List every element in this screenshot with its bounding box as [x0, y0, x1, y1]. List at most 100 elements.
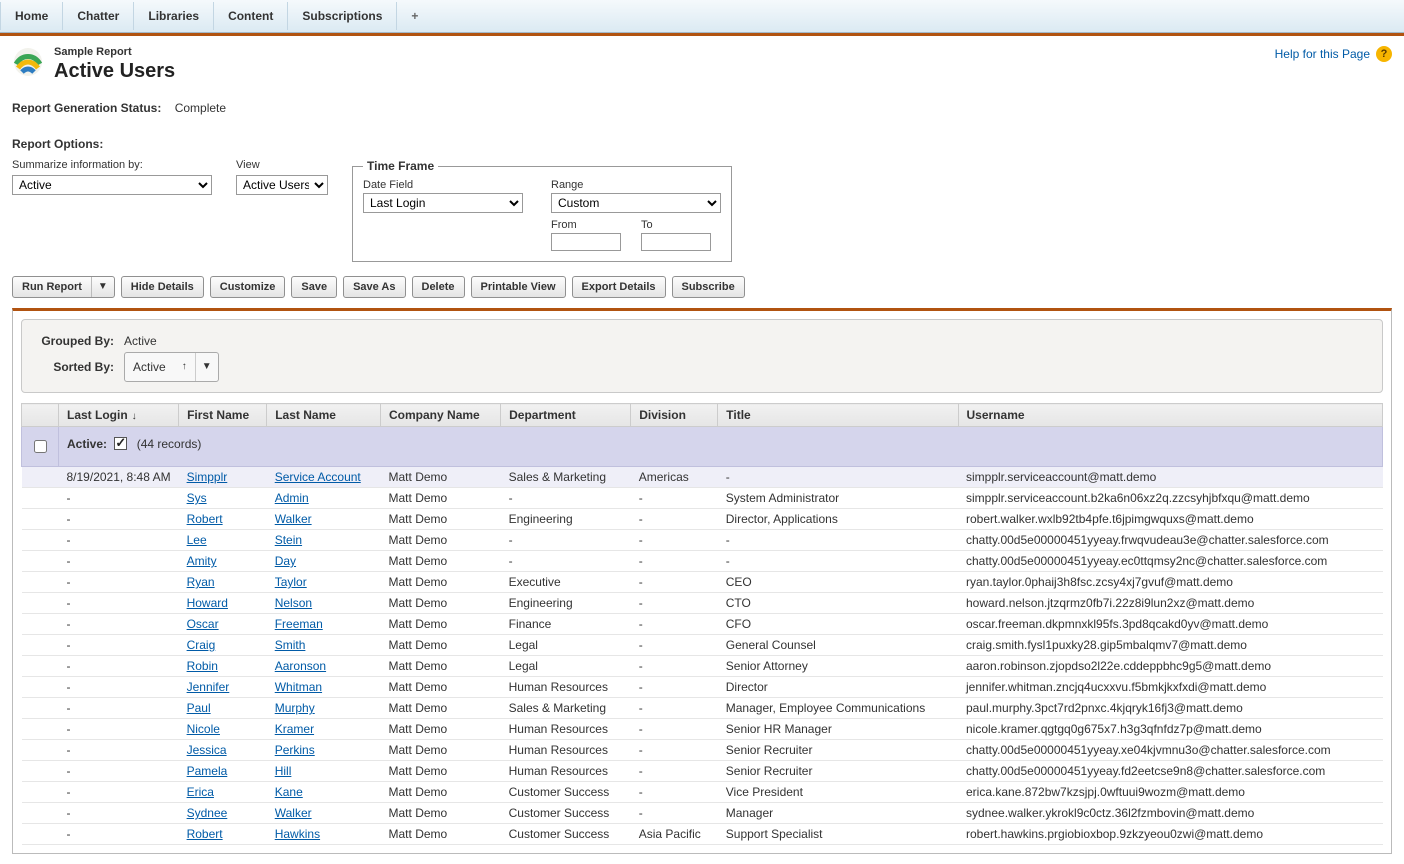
cell-title: System Administrator [718, 488, 958, 509]
cell-first-name-link[interactable]: Jennifer [187, 680, 230, 694]
cell-last-name-link[interactable]: Perkins [275, 743, 315, 757]
cell-division: - [631, 488, 718, 509]
cell-last-name-link[interactable]: Stein [275, 533, 302, 547]
tab-chatter[interactable]: Chatter [63, 2, 134, 30]
cell-first-name-link[interactable]: Howard [187, 596, 228, 610]
cell-username: chatty.00d5e00000451yyeay.fd2eetcse9n8@c… [958, 761, 1383, 782]
cell-first-name-link[interactable]: Lee [187, 533, 207, 547]
col-title[interactable]: Title [718, 404, 958, 427]
cell-last-name-link[interactable]: Taylor [275, 575, 307, 589]
customize-button[interactable]: Customize [210, 276, 286, 298]
sort-chip[interactable]: Active ↑ ▼ [124, 352, 219, 382]
to-input[interactable] [641, 233, 711, 251]
cell-last-name-link[interactable]: Smith [275, 638, 306, 652]
col-department[interactable]: Department [501, 404, 631, 427]
cell-first-name: Nicole [179, 719, 267, 740]
col-username[interactable]: Username [958, 404, 1383, 427]
cell-first-name-link[interactable]: Sydnee [187, 806, 228, 820]
cell-division: - [631, 740, 718, 761]
time-frame-fieldset: Time Frame Date Field Last Login Range C… [352, 159, 732, 262]
export-details-button[interactable]: Export Details [572, 276, 666, 298]
cell-first-name-link[interactable]: Simpplr [187, 470, 228, 484]
table-row: -PamelaHillMatt DemoHuman Resources-Seni… [22, 761, 1383, 782]
cell-company: Matt Demo [381, 656, 501, 677]
subscribe-button[interactable]: Subscribe [672, 276, 745, 298]
printable-view-button[interactable]: Printable View [471, 276, 566, 298]
cell-last-name: Admin [267, 488, 381, 509]
cell-last-name-link[interactable]: Freeman [275, 617, 323, 631]
summarize-select[interactable]: Active [12, 175, 212, 195]
add-tab-button[interactable]: + [397, 2, 432, 30]
cell-first-name-link[interactable]: Craig [187, 638, 216, 652]
cell-first-name-link[interactable]: Paul [187, 701, 211, 715]
cell-first-name-link[interactable]: Erica [187, 785, 214, 799]
cell-last-name-link[interactable]: Day [275, 554, 296, 568]
save-button[interactable]: Save [291, 276, 337, 298]
table-row: -LeeSteinMatt Demo---chatty.00d5e0000045… [22, 530, 1383, 551]
run-report-button[interactable]: Run Report ▼ [12, 276, 115, 298]
cell-first-name-link[interactable]: Amity [187, 554, 217, 568]
cell-last-name-link[interactable]: Murphy [275, 701, 315, 715]
col-division[interactable]: Division [631, 404, 718, 427]
col-first-name[interactable]: First Name [179, 404, 267, 427]
col-company[interactable]: Company Name [381, 404, 501, 427]
table-row: -OscarFreemanMatt DemoFinance-CFOoscar.f… [22, 614, 1383, 635]
cell-last-name-link[interactable]: Nelson [275, 596, 312, 610]
cell-last-login: - [59, 698, 179, 719]
cell-last-name: Perkins [267, 740, 381, 761]
cell-first-name-link[interactable]: Sys [187, 491, 207, 505]
tab-content[interactable]: Content [214, 2, 288, 30]
range-select[interactable]: Custom [551, 193, 721, 213]
cell-division: - [631, 635, 718, 656]
tab-home[interactable]: Home [0, 2, 63, 30]
cell-last-name-link[interactable]: Hawkins [275, 827, 320, 841]
col-last-login[interactable]: Last Login↓ [59, 404, 179, 427]
cell-first-name-link[interactable]: Robin [187, 659, 218, 673]
cell-title: CFO [718, 614, 958, 635]
status-label: Report Generation Status: [12, 101, 161, 115]
cell-last-login: - [59, 509, 179, 530]
view-select[interactable]: Active Users [236, 175, 328, 195]
cell-username: ryan.taylor.0phaij3h8fsc.zcsy4xj7gvuf@ma… [958, 572, 1383, 593]
date-field-select[interactable]: Last Login [363, 193, 523, 213]
run-report-caret-icon[interactable]: ▼ [91, 277, 114, 297]
delete-button[interactable]: Delete [412, 276, 465, 298]
cell-first-name-link[interactable]: Robert [187, 827, 223, 841]
cell-last-name-link[interactable]: Whitman [275, 680, 322, 694]
cell-last-name-link[interactable]: Hill [275, 764, 292, 778]
report-logo-icon [12, 46, 44, 78]
cell-first-name-link[interactable]: Ryan [187, 575, 215, 589]
help-link[interactable]: Help for this Page ? [1275, 46, 1392, 62]
col-last-name[interactable]: Last Name [267, 404, 381, 427]
cell-company: Matt Demo [381, 467, 501, 488]
cell-last-name-link[interactable]: Walker [275, 512, 312, 526]
cell-username: simpplr.serviceaccount@matt.demo [958, 467, 1383, 488]
cell-last-name-link[interactable]: Admin [275, 491, 309, 505]
cell-first-name-link[interactable]: Pamela [187, 764, 228, 778]
cell-division: Asia Pacific [631, 824, 718, 845]
cell-last-name-link[interactable]: Service Account [275, 470, 361, 484]
save-as-button[interactable]: Save As [343, 276, 405, 298]
cell-last-name-link[interactable]: Aaronson [275, 659, 326, 673]
cell-last-login: - [59, 551, 179, 572]
cell-last-name: Taylor [267, 572, 381, 593]
group-select-checkbox[interactable] [34, 440, 47, 453]
grouped-by-value: Active [124, 330, 157, 352]
group-active-prefix: Active: [67, 437, 107, 451]
cell-first-name-link[interactable]: Nicole [187, 722, 220, 736]
cell-last-name: Murphy [267, 698, 381, 719]
cell-last-name-link[interactable]: Kane [275, 785, 303, 799]
cell-last-name: Walker [267, 803, 381, 824]
tab-subscriptions[interactable]: Subscriptions [288, 2, 397, 30]
cell-last-name-link[interactable]: Kramer [275, 722, 314, 736]
table-row: -AmityDayMatt Demo---chatty.00d5e0000045… [22, 551, 1383, 572]
sort-chip-caret-icon[interactable]: ▼ [195, 353, 218, 381]
cell-last-name-link[interactable]: Walker [275, 806, 312, 820]
cell-first-name-link[interactable]: Oscar [187, 617, 219, 631]
from-input[interactable] [551, 233, 621, 251]
cell-first-name-link[interactable]: Jessica [187, 743, 227, 757]
cell-division: - [631, 761, 718, 782]
hide-details-button[interactable]: Hide Details [121, 276, 204, 298]
tab-libraries[interactable]: Libraries [134, 2, 214, 30]
cell-first-name-link[interactable]: Robert [187, 512, 223, 526]
